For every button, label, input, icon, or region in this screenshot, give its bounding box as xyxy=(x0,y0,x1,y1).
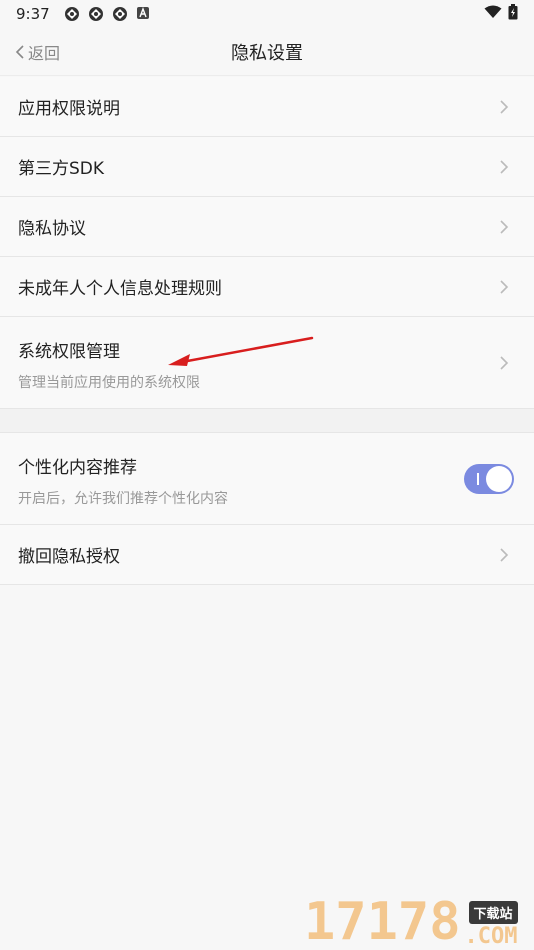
watermark-domain: .COM xyxy=(464,924,518,949)
list-item-personalized-recommendation: 个性化内容推荐 开启后，允许我们推荐个性化内容 xyxy=(0,433,534,525)
chevron-right-icon xyxy=(500,547,509,562)
list-item-label: 隐私协议 xyxy=(18,219,86,239)
list-item-label: 第三方SDK xyxy=(18,159,105,179)
app-notification-icon xyxy=(112,6,128,22)
back-button[interactable]: 返回 xyxy=(14,28,60,76)
list-item-app-permission[interactable]: 应用权限说明 xyxy=(0,77,534,137)
status-bar: 9:37 xyxy=(0,0,534,28)
list-item-label: 撤回隐私授权 xyxy=(18,547,120,567)
battery-icon xyxy=(508,4,518,24)
page-title: 隐私设置 xyxy=(231,42,303,64)
chevron-right-icon xyxy=(500,219,509,234)
watermark-number: 17178 xyxy=(304,892,461,950)
chevron-right-icon xyxy=(500,159,509,174)
list-item-subtitle: 管理当前应用使用的系统权限 xyxy=(18,375,200,391)
list-item-revoke-privacy[interactable]: 撤回隐私授权 xyxy=(0,525,534,585)
app-notification-icon xyxy=(88,6,104,22)
list-item-label: 应用权限说明 xyxy=(18,99,120,119)
watermark-tag: 下载站 xyxy=(468,901,518,924)
list-item-subtitle: 开启后，允许我们推荐个性化内容 xyxy=(18,491,228,507)
back-label: 返回 xyxy=(28,44,61,63)
app-notification-icon xyxy=(64,6,80,22)
a-badge-icon xyxy=(136,6,152,22)
chevron-right-icon xyxy=(500,99,509,114)
toggle-knob xyxy=(486,466,512,492)
privacy-settings-list: 应用权限说明 第三方SDK 隐私协议 未成年人个人信息处理规则 系统权限管理 管… xyxy=(0,77,534,585)
nav-bar: 返回 隐私设置 xyxy=(0,28,534,76)
section-divider xyxy=(0,409,534,433)
chevron-left-icon xyxy=(15,45,24,59)
chevron-right-icon xyxy=(500,355,509,370)
list-item-minor-info-rules[interactable]: 未成年人个人信息处理规则 xyxy=(0,257,534,317)
list-item-privacy-agreement[interactable]: 隐私协议 xyxy=(0,197,534,257)
annotation-arrow-icon xyxy=(168,336,314,366)
status-time: 9:37 xyxy=(16,5,50,23)
personalized-recommendation-toggle[interactable] xyxy=(464,464,514,494)
toggle-on-mark xyxy=(477,473,479,485)
wifi-icon xyxy=(484,5,502,23)
chevron-right-icon xyxy=(500,279,509,294)
watermark-logo: 17178 下载站 .COM xyxy=(304,890,530,948)
list-item-label: 个性化内容推荐 xyxy=(18,458,137,478)
list-item-label: 未成年人个人信息处理规则 xyxy=(18,279,222,299)
list-item-third-party-sdk[interactable]: 第三方SDK xyxy=(0,137,534,197)
